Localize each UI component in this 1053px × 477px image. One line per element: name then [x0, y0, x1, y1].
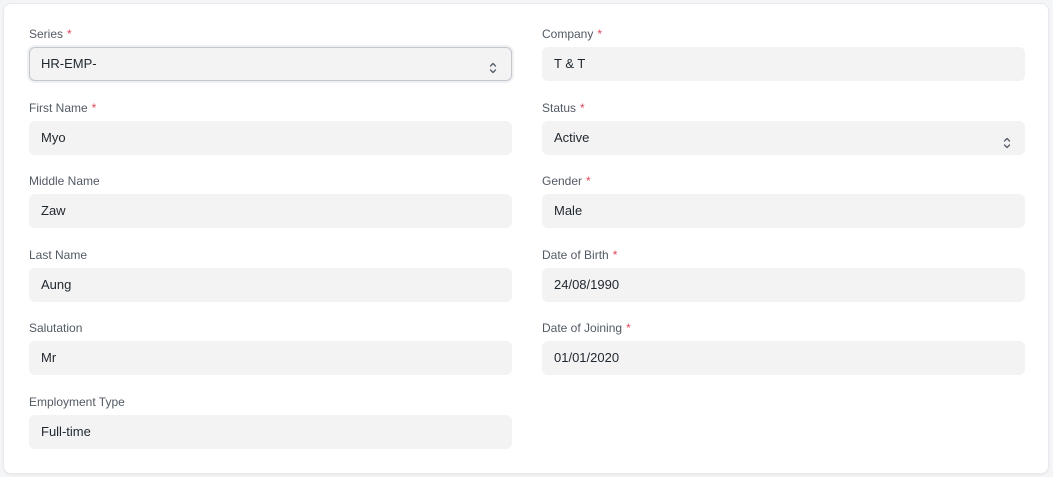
series-label: Series *: [29, 25, 512, 47]
status-label-text: Status: [542, 100, 577, 115]
employment-type-value: Full-time: [41, 423, 91, 439]
form-column-left: Series * HR-EMP- First Name * Myo Middle Name Z…: [29, 25, 512, 467]
middle-name-value: Zaw: [41, 203, 66, 219]
form-column-right: Company * T & T Status * Active Gender * Male Dat…: [542, 25, 1025, 393]
field-employment-type: Employment Type Full-time: [29, 393, 512, 467]
employment-type-label-text: Employment Type: [29, 394, 125, 409]
gender-input[interactable]: Male: [542, 194, 1025, 229]
date-of-joining-value: 01/01/2020: [554, 350, 620, 366]
first-name-label: First Name *: [29, 99, 512, 121]
chevron-up-down-icon: [488, 56, 498, 74]
series-label-text: Series: [29, 27, 64, 41]
required-marker: *: [626, 321, 631, 336]
chevron-up-down-icon: [1002, 130, 1012, 148]
last-name-value: Aung: [41, 276, 72, 292]
date-of-birth-label: Date of Birth *: [542, 246, 1025, 268]
company-label-text: Company: [542, 27, 594, 41]
last-name-label-text: Last Name: [29, 247, 88, 262]
employment-type-input[interactable]: Full-time: [29, 414, 512, 449]
middle-name-label: Middle Name: [29, 172, 512, 194]
field-date-of-joining: Date of Joining * 01/01/2020: [542, 319, 1025, 393]
field-last-name: Last Name Aung: [29, 246, 512, 320]
salutation-value: Mr: [41, 350, 57, 366]
company-value: T & T: [554, 56, 586, 71]
required-marker: *: [67, 27, 72, 41]
status-select[interactable]: Active: [542, 120, 1025, 155]
salutation-label-text: Salutation: [29, 321, 83, 336]
series-value: HR-EMP-: [41, 56, 97, 71]
field-series: Series * HR-EMP-: [29, 25, 512, 99]
status-label: Status *: [542, 99, 1025, 121]
date-of-birth-label-text: Date of Birth: [542, 247, 609, 262]
series-select[interactable]: HR-EMP-: [29, 47, 512, 81]
salutation-label: Salutation: [29, 319, 512, 341]
required-marker: *: [580, 100, 585, 115]
required-marker: *: [91, 100, 97, 115]
company-input[interactable]: T & T: [542, 47, 1025, 81]
field-middle-name: Middle Name Zaw: [29, 172, 512, 246]
date-of-joining-input[interactable]: 01/01/2020: [542, 341, 1025, 376]
gender-label: Gender *: [542, 172, 1025, 194]
field-gender: Gender * Male: [542, 172, 1025, 246]
field-salutation: Salutation Mr: [29, 319, 512, 393]
middle-name-label-text: Middle Name: [29, 174, 100, 189]
status-value: Active: [554, 129, 590, 145]
last-name-input[interactable]: Aung: [29, 267, 512, 302]
required-marker: *: [597, 27, 603, 41]
first-name-label-text: First Name: [29, 100, 88, 115]
employment-type-label: Employment Type: [29, 393, 512, 415]
employee-form-card: Series * HR-EMP- First Name * Myo Middle Name Z…: [3, 3, 1049, 474]
last-name-label: Last Name: [29, 246, 512, 268]
gender-value: Male: [554, 203, 583, 219]
required-marker: *: [612, 247, 618, 262]
date-of-joining-label: Date of Joining *: [542, 319, 1025, 341]
field-status: Status * Active: [542, 99, 1025, 173]
middle-name-input[interactable]: Zaw: [29, 194, 512, 229]
first-name-input[interactable]: Myo: [29, 120, 512, 155]
required-marker: *: [586, 174, 591, 189]
field-date-of-birth: Date of Birth * 24/08/1990: [542, 246, 1025, 320]
date-of-birth-input[interactable]: 24/08/1990: [542, 267, 1025, 302]
field-company: Company * T & T: [542, 25, 1025, 99]
field-first-name: First Name * Myo: [29, 99, 512, 173]
company-label: Company *: [542, 25, 1025, 47]
salutation-input[interactable]: Mr: [29, 341, 512, 376]
date-of-birth-value: 24/08/1990: [554, 276, 620, 292]
gender-label-text: Gender: [542, 174, 583, 189]
date-of-joining-label-text: Date of Joining: [542, 321, 623, 336]
first-name-value: Myo: [41, 129, 66, 145]
